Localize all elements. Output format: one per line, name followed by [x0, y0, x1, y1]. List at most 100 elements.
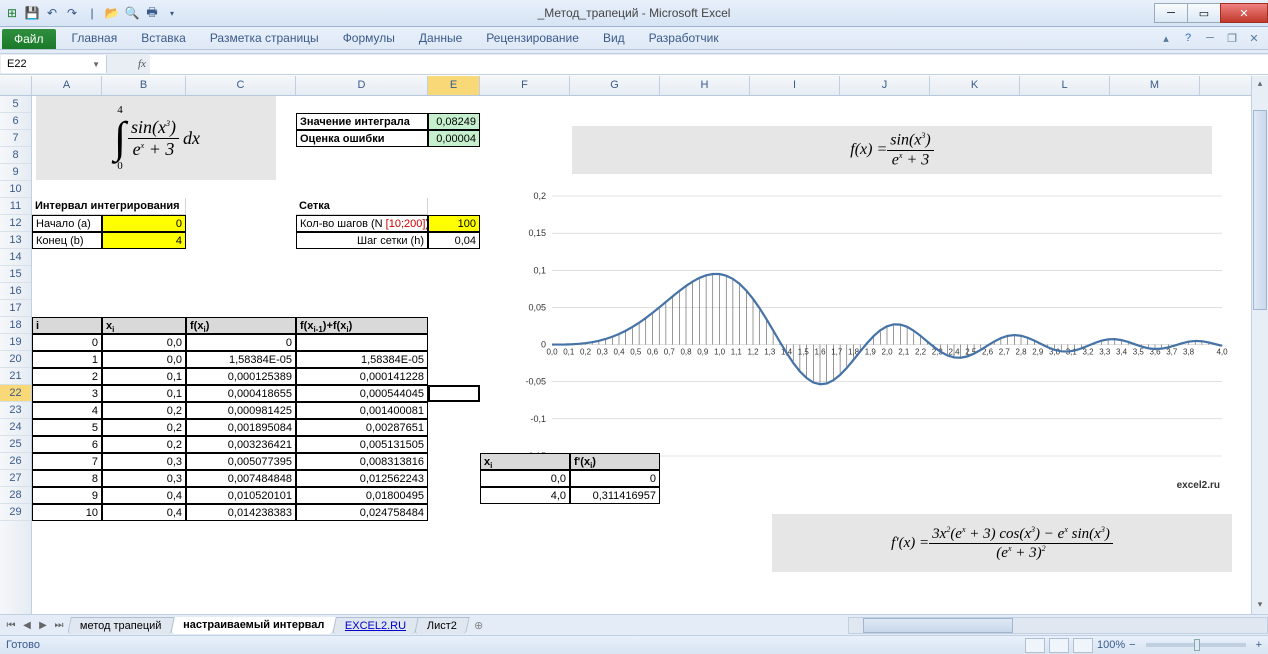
- cell-sum[interactable]: 0,000141228: [296, 368, 428, 385]
- active-cell[interactable]: [428, 385, 480, 402]
- th-sum[interactable]: f(xi-1)+f(xi): [296, 317, 428, 334]
- minimize-button[interactable]: ─: [1154, 3, 1188, 23]
- cell-sum[interactable]: 0,012562243: [296, 470, 428, 487]
- cell-xi[interactable]: 0,4: [102, 504, 186, 521]
- cell-fxi[interactable]: 0,000418655: [186, 385, 296, 402]
- redo-icon[interactable]: ↷: [64, 5, 80, 21]
- th-fxi[interactable]: f(xi): [186, 317, 296, 334]
- row-header[interactable]: 21: [0, 368, 31, 385]
- sheet-tab[interactable]: Лист2: [414, 617, 470, 634]
- row-header[interactable]: 20: [0, 351, 31, 368]
- scroll-up-icon[interactable]: ▴: [1252, 76, 1268, 93]
- th-i[interactable]: i: [32, 317, 102, 334]
- cell-fxi[interactable]: 0: [186, 334, 296, 351]
- qat-dropdown-icon[interactable]: ▾: [164, 5, 180, 21]
- row-header[interactable]: 10: [0, 181, 31, 198]
- row-header[interactable]: 7: [0, 130, 31, 147]
- th-xi[interactable]: xi: [102, 317, 186, 334]
- ribbon-minimize-icon[interactable]: ▴: [1158, 30, 1174, 46]
- preview-icon[interactable]: 🔍: [124, 5, 140, 21]
- cell-fxi[interactable]: 1,58384E-05: [186, 351, 296, 368]
- interval-header[interactable]: Интервал интегрирования: [32, 198, 186, 215]
- cell-i[interactable]: 7: [32, 453, 102, 470]
- ribbon-tab[interactable]: Разметка страницы: [198, 27, 331, 49]
- th-d-fpxi[interactable]: f'(xi): [570, 453, 660, 470]
- ribbon-tab[interactable]: Разработчик: [637, 27, 731, 49]
- cell-d-xi[interactable]: 0,0: [480, 470, 570, 487]
- column-header[interactable]: A: [32, 76, 102, 95]
- window-minimize-icon[interactable]: ─: [1202, 30, 1218, 46]
- horizontal-scrollbar[interactable]: [848, 617, 1268, 634]
- row-header[interactable]: 12: [0, 215, 31, 232]
- cell-i[interactable]: 4: [32, 402, 102, 419]
- file-tab[interactable]: Файл: [2, 29, 56, 49]
- open-icon[interactable]: 📂: [104, 5, 120, 21]
- close-button[interactable]: ✕: [1220, 3, 1268, 23]
- cell-sum[interactable]: 0,024758484: [296, 504, 428, 521]
- row-header[interactable]: 18: [0, 317, 31, 334]
- page-layout-view-button[interactable]: [1049, 638, 1069, 653]
- cell-i[interactable]: 8: [32, 470, 102, 487]
- ribbon-tab[interactable]: Рецензирование: [474, 27, 591, 49]
- label-end[interactable]: Конец (b): [32, 232, 102, 249]
- cell-sum[interactable]: 0,000544045: [296, 385, 428, 402]
- column-header[interactable]: B: [102, 76, 186, 95]
- cell-sum[interactable]: 0,00287651: [296, 419, 428, 436]
- row-header[interactable]: 23: [0, 402, 31, 419]
- sheet-tab[interactable]: EXCEL2.RU: [332, 617, 419, 634]
- cell-i[interactable]: 9: [32, 487, 102, 504]
- row-header[interactable]: 13: [0, 232, 31, 249]
- ribbon-tab[interactable]: Данные: [407, 27, 474, 49]
- row-header[interactable]: 19: [0, 334, 31, 351]
- cell-d-xi[interactable]: 4,0: [480, 487, 570, 504]
- zoom-in-icon[interactable]: +: [1256, 639, 1262, 651]
- cell-i[interactable]: 1: [32, 351, 102, 368]
- undo-icon[interactable]: ↶: [44, 5, 60, 21]
- cell-fxi[interactable]: 0,010520101: [186, 487, 296, 504]
- cell-fxi[interactable]: 0,001895084: [186, 419, 296, 436]
- column-header[interactable]: H: [660, 76, 750, 95]
- label-integral[interactable]: Значение интеграла: [296, 113, 428, 130]
- ribbon-tab[interactable]: Главная: [60, 27, 130, 49]
- value-steps[interactable]: 100: [428, 215, 480, 232]
- row-header[interactable]: 25: [0, 436, 31, 453]
- row-header[interactable]: 6: [0, 113, 31, 130]
- cell-fxi[interactable]: 0,000125389: [186, 368, 296, 385]
- cell-fxi[interactable]: 0,003236421: [186, 436, 296, 453]
- row-header[interactable]: 28: [0, 487, 31, 504]
- cell-xi[interactable]: 0,4: [102, 487, 186, 504]
- sheet-tab[interactable]: настраиваемый интервал: [170, 617, 337, 634]
- column-header[interactable]: J: [840, 76, 930, 95]
- tab-first-icon[interactable]: ⏮: [4, 620, 18, 631]
- cell-xi[interactable]: 0,3: [102, 453, 186, 470]
- cell-i[interactable]: 2: [32, 368, 102, 385]
- column-header[interactable]: C: [186, 76, 296, 95]
- column-header[interactable]: M: [1110, 76, 1200, 95]
- maximize-button[interactable]: ▭: [1187, 3, 1221, 23]
- column-header[interactable]: D: [296, 76, 428, 95]
- row-header[interactable]: 29: [0, 504, 31, 521]
- value-start[interactable]: 0: [102, 215, 186, 232]
- cell-i[interactable]: 5: [32, 419, 102, 436]
- cell-sum[interactable]: 0,01800495: [296, 487, 428, 504]
- cell-sum[interactable]: 0,008313816: [296, 453, 428, 470]
- normal-view-button[interactable]: [1025, 638, 1045, 653]
- cell-sum[interactable]: 0,001400081: [296, 402, 428, 419]
- row-header[interactable]: 26: [0, 453, 31, 470]
- ribbon-tab[interactable]: Формулы: [331, 27, 407, 49]
- cell-fxi[interactable]: 0,000981425: [186, 402, 296, 419]
- column-header[interactable]: G: [570, 76, 660, 95]
- row-header[interactable]: 14: [0, 249, 31, 266]
- tab-last-icon[interactable]: ⏭: [52, 620, 66, 631]
- sheet-tab[interactable]: метод трапеций: [67, 617, 174, 634]
- namebox-dropdown-icon[interactable]: ▼: [92, 60, 100, 69]
- column-header[interactable]: K: [930, 76, 1020, 95]
- row-header[interactable]: 27: [0, 470, 31, 487]
- ribbon-tab[interactable]: Вид: [591, 27, 637, 49]
- row-header[interactable]: 16: [0, 283, 31, 300]
- row-header[interactable]: 17: [0, 300, 31, 317]
- cell-d-fpxi[interactable]: 0: [570, 470, 660, 487]
- cell-xi[interactable]: 0,1: [102, 385, 186, 402]
- row-header[interactable]: 8: [0, 147, 31, 164]
- cell-sum[interactable]: 1,58384E-05: [296, 351, 428, 368]
